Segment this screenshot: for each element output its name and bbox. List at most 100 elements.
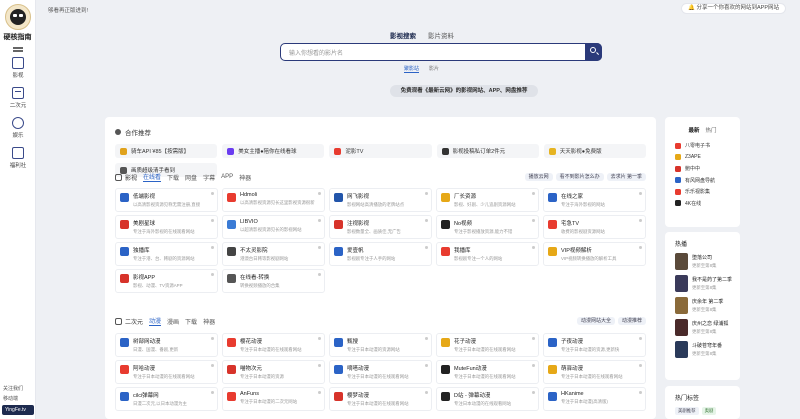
site-card[interactable]: MuteFun动漫 专注于日本动漫的在线观看网站 [436, 360, 539, 384]
site-card[interactable]: 不太灵影院 港澳台日韩等影视剧网站 [222, 242, 325, 266]
more-icon[interactable] [211, 273, 214, 276]
more-icon[interactable] [639, 364, 642, 367]
site-card[interactable]: 花子动漫 专注于日本动漫的在线观看网站 [436, 333, 539, 357]
tab-manga[interactable]: 漫画 [167, 317, 179, 326]
site-logo[interactable] [4, 4, 31, 30]
site-card[interactable]: 注视影视 影视数量全、画质佳,无广告 [329, 215, 432, 239]
latest-item[interactable]: 4K在线 [675, 198, 740, 210]
site-card[interactable]: 阿哈动漫 专注于日本动漫的在线观看网站 [115, 360, 218, 384]
tag-link[interactable]: 美剧推荐 [675, 407, 699, 415]
hot-item[interactable]: 堕落公司 更新至第8集 [675, 253, 740, 270]
more-icon[interactable] [639, 391, 642, 394]
site-card[interactable]: 喵物次元 专注于日本动漫的资源 [222, 360, 325, 384]
more-icon[interactable] [318, 246, 321, 249]
site-badge[interactable]: YingFe.tv [2, 405, 34, 415]
latest-item[interactable]: 有风网盘导航 [675, 175, 740, 187]
more-icon[interactable] [318, 391, 321, 394]
site-card[interactable]: VIP视频解析 VIP视频转换播放的解析工具 [543, 242, 646, 266]
latest-item[interactable]: 八零电子书 [675, 140, 740, 152]
hot-item[interactable]: 庆州之恋 绿浦狐 更新至第8集 [675, 319, 740, 336]
more-icon[interactable] [639, 337, 642, 340]
pill-link[interactable]: 动漫网站大全 [576, 317, 615, 325]
site-card[interactable]: 在线之家 专注于海外影视的网站 [543, 188, 646, 212]
tab-latest[interactable]: 最新 [688, 126, 699, 134]
more-icon[interactable] [639, 219, 642, 222]
sub-tab-site[interactable]: 聚影站 [404, 65, 420, 73]
more-icon[interactable] [425, 246, 428, 249]
more-icon[interactable] [425, 337, 428, 340]
tab-netdisk[interactable]: 网盘 [185, 173, 197, 182]
site-card[interactable]: 美剧星球 专注于海外影视的在线观看网站 [115, 215, 218, 239]
hot-item[interactable]: 我不是药了第二季 更新至第8集 [675, 275, 740, 292]
site-card[interactable]: 厂长资源 影视、好剧、少儿追剧资源网站 [436, 188, 539, 212]
site-card[interactable]: 树部网动漫 日漫、国漫、番剧,更新 [115, 333, 218, 357]
share-site-button[interactable]: 🔔 分享一个你喜欢的网站到APP网站 [681, 3, 786, 14]
more-icon[interactable] [532, 246, 535, 249]
site-card[interactable]: 我播库 影视剧专注一个人的网站 [436, 242, 539, 266]
site-card[interactable]: LIBVIO 以超清影视资源见长的影视网站 [222, 215, 325, 239]
more-icon[interactable] [211, 219, 214, 222]
more-icon[interactable] [211, 391, 214, 394]
site-card[interactable]: 宅急TV 收费的影视剧资源网站 [543, 215, 646, 239]
latest-item[interactable]: Z3APE [675, 152, 740, 164]
tab-tools[interactable]: 神器 [239, 173, 251, 182]
pill-link[interactable]: 去求片 第一季 [606, 173, 646, 181]
site-card[interactable]: 樱梦动漫 专注于日本动漫的在线观看网站 [329, 387, 432, 411]
sub-tab-film[interactable]: 影片 [429, 65, 439, 73]
partner-link[interactable]: 天天影视●免费版 [543, 144, 646, 158]
tab-subtitle[interactable]: 字幕 [203, 173, 215, 182]
pill-link[interactable]: 播放云网 [524, 173, 553, 181]
more-icon[interactable] [211, 337, 214, 340]
tag-link[interactable]: 奥剧 [701, 407, 717, 415]
site-card[interactable]: cilci弹幕网 日漫二次元,以日本动漫为主 [115, 387, 218, 411]
more-icon[interactable] [532, 391, 535, 394]
site-card[interactable]: HKanime 专注于日本动漫(高清版) [543, 387, 646, 411]
hot-item[interactable]: 斗破苍穹年番 更新至第8集 [675, 341, 740, 358]
more-icon[interactable] [639, 246, 642, 249]
tab-film-search[interactable]: 影视搜索 [390, 30, 416, 40]
site-card[interactable]: 在线看-转换 转换视频播放的合集 [222, 269, 325, 293]
sidebar-item-anime[interactable]: 二次元 [0, 87, 36, 109]
more-icon[interactable] [211, 364, 214, 367]
sidebar-item-game[interactable]: 娱乐 [0, 117, 36, 139]
more-icon[interactable] [425, 391, 428, 394]
menu-toggle-icon[interactable] [12, 47, 23, 49]
sidebar-item-film[interactable]: 影视 [0, 57, 36, 79]
hot-item[interactable]: 庆余年 第二季 更新至第8集 [675, 297, 740, 314]
tab-app[interactable]: APP [221, 174, 233, 180]
site-card[interactable]: 嘀嗒动漫 专注于日本动漫的在线观看网站 [329, 360, 432, 384]
more-icon[interactable] [318, 364, 321, 367]
tab-anime-download[interactable]: 下载 [185, 317, 197, 326]
tab-anime-tools[interactable]: 神器 [203, 317, 215, 326]
site-card[interactable]: 网飞影视 影视网站高清播放的老牌站点 [329, 188, 432, 212]
site-card[interactable]: No视频 专注于影视播放资源,能力不错 [436, 215, 539, 239]
more-icon[interactable] [318, 273, 321, 276]
site-card[interactable]: 独播库 专注于港、台、韩剧的资源网站 [115, 242, 218, 266]
partner-link[interactable]: 骑车API ¥85【按需版】 [115, 144, 218, 158]
more-icon[interactable] [425, 364, 428, 367]
partner-link[interactable]: 影视投稿私订单2件元 [436, 144, 539, 158]
pill-link[interactable]: 看不到影片怎么办 [555, 173, 604, 181]
more-icon[interactable] [425, 192, 428, 195]
site-card[interactable]: 萌驿动漫 专注于日本动漫的在线观看网站 [543, 360, 646, 384]
more-icon[interactable] [318, 192, 321, 195]
latest-item[interactable]: 乐乐视影集 [675, 186, 740, 198]
site-card[interactable]: 影视APP 影视、动漫、TV资源APP [115, 269, 218, 293]
partner-link[interactable]: 美女主播●陪你在线看球 [222, 144, 325, 158]
site-card[interactable]: AnFuns 专注于日本动漫的二次元网站 [222, 387, 325, 411]
mobile-link[interactable]: 移动端 [0, 395, 36, 402]
pill-link[interactable]: 动漫推荐 [617, 317, 646, 325]
more-icon[interactable] [211, 246, 214, 249]
tab-online[interactable]: 在线看 [143, 172, 162, 182]
site-card[interactable]: 爱壹帆 影视剧专注于人手的网站 [329, 242, 432, 266]
more-icon[interactable] [532, 219, 535, 222]
site-card[interactable]: D站 - 弹幕动漫 专注日本动漫的在线观看网站 [436, 387, 539, 411]
tab-anime[interactable]: 动漫 [149, 316, 162, 326]
tab-film-info[interactable]: 影片资料 [428, 30, 454, 40]
site-card[interactable]: 樱花动漫 专注于日本动漫的在线观看网站 [222, 333, 325, 357]
more-icon[interactable] [318, 337, 321, 340]
latest-item[interactable]: 鲍中中 [675, 163, 740, 175]
tab-hot[interactable]: 热门 [706, 126, 717, 134]
search-button[interactable] [585, 43, 602, 61]
more-icon[interactable] [532, 364, 535, 367]
